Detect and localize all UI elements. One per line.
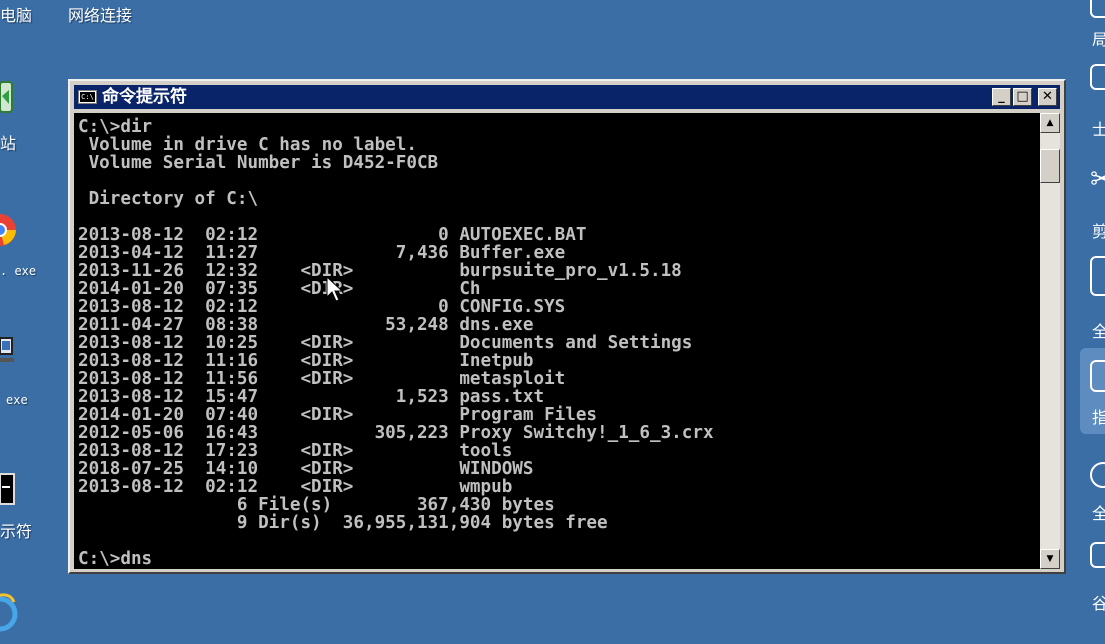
console-line: 2011-04-27 08:38 53,248 dns.exe [78, 315, 534, 335]
cmd-shortcut-icon[interactable] [0, 472, 16, 506]
chrome-icon[interactable] [0, 210, 18, 250]
close-button[interactable]: ✕ [1038, 88, 1057, 106]
console-line: 2013-11-26 12:32 <DIR> burpsuite_pro_v1.… [78, 261, 682, 281]
console-line: 2013-04-12 11:27 7,436 Buffer.exe [78, 243, 566, 263]
console-line: 2014-01-20 07:35 <DIR> Ch [78, 279, 481, 299]
console-line: Directory of C:\ [78, 189, 259, 209]
desktop-label-exe-1[interactable]: . exe [0, 264, 36, 278]
console-line: 2013-08-12 11:16 <DIR> Inetpub [78, 351, 534, 371]
console-line: 2013-08-12 02:12 <DIR> wmpub [78, 477, 513, 497]
console-line: 2013-08-12 11:56 <DIR> metasploit [78, 369, 566, 389]
console-line: 2013-08-12 02:12 0 AUTOEXEC.BAT [78, 225, 587, 245]
cmd-window[interactable]: C:\ 命令提示符 _ □ ✕ C:\>dir Volume in drive … [68, 79, 1066, 574]
window-title: 命令提示符 [102, 87, 187, 107]
gift-icon [1090, 0, 1105, 18]
desktop-label-cmd[interactable]: 示符 [0, 518, 32, 542]
desktop-label-site[interactable]: 站 [0, 130, 16, 154]
phone-icon [1090, 360, 1105, 392]
refresh-icon [1090, 462, 1105, 488]
desktop-label-exe-2[interactable]: exe [6, 393, 28, 407]
minimize-button[interactable]: _ [992, 88, 1011, 106]
scroll-down-button[interactable]: ▼ [1040, 549, 1060, 569]
document-icon [1090, 64, 1105, 90]
scissors-icon: ✂ [1090, 162, 1105, 197]
mail-icon [1090, 256, 1105, 296]
title-bar[interactable]: C:\ 命令提示符 _ □ ✕ [74, 85, 1060, 109]
console-line: 2012-05-06 16:43 305,223 Proxy Switchy!_… [78, 423, 714, 443]
scroll-thumb[interactable] [1040, 149, 1060, 183]
edit-icon [1090, 542, 1105, 568]
ie-icon[interactable] [0, 592, 18, 636]
vertical-scrollbar[interactable]: ▲ ▼ [1040, 113, 1060, 569]
console-line: 2014-01-20 07:40 <DIR> Program Files [78, 405, 598, 425]
computer-app-icon[interactable] [0, 336, 16, 366]
console-line: 2018-07-25 14:10 <DIR> WINDOWS [78, 459, 534, 479]
console-output[interactable]: C:\>dir Volume in drive C has no label. … [74, 113, 1040, 569]
console-line: 2013-08-12 02:12 0 CONFIG.SYS [78, 297, 566, 317]
desktop-label-network[interactable]: 网络连接 [68, 2, 132, 26]
console-line: 2013-08-12 15:47 1,523 pass.txt [78, 387, 545, 407]
scroll-up-button[interactable]: ▲ [1040, 113, 1060, 133]
console-line: Volume Serial Number is D452-F0CB [78, 153, 439, 173]
console-line: 2013-08-12 10:25 <DIR> Documents and Set… [78, 333, 693, 353]
console-line: 9 Dir(s) 36,955,131,904 bytes free [78, 513, 608, 533]
maximize-button[interactable]: □ [1013, 88, 1032, 106]
console-line: C:\>dns [78, 549, 153, 569]
desktop-label-computer[interactable]: 电脑 [0, 2, 32, 26]
console-icon[interactable]: C:\ [78, 90, 97, 104]
console-line: 2013-08-12 17:23 <DIR> tools [78, 441, 513, 461]
recycle-bin-icon[interactable] [0, 78, 16, 118]
console-line: Volume in drive C has no label. [78, 135, 417, 155]
console-line: C:\>dir [78, 117, 153, 137]
console-line: 6 File(s) 367,430 bytes [78, 495, 555, 515]
